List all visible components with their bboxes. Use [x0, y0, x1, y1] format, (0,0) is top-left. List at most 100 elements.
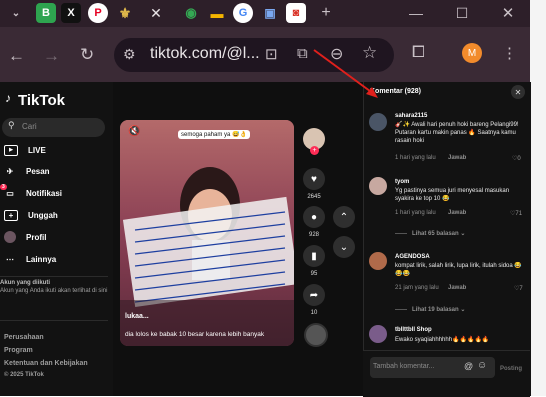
logo[interactable]: TikTok	[18, 92, 65, 109]
blogger-icon: B	[42, 7, 50, 19]
mention-icon[interactable]: @	[464, 361, 473, 371]
view-replies-label: Lihat 65 balasan	[412, 231, 459, 237]
chevron-down-icon: ⌄	[460, 231, 466, 237]
save-button[interactable]: ▮	[303, 245, 325, 267]
previous-video-button[interactable]: ⌃	[333, 206, 355, 228]
comment-date: 1 hari yang lalu	[395, 155, 436, 161]
replies-line	[395, 309, 407, 310]
nav-notifications-label: Notifikasi	[26, 188, 63, 198]
site-info-icon[interactable]: ⚙	[123, 46, 136, 63]
comment-avatar[interactable]	[369, 177, 387, 195]
search-placeholder: Cari	[22, 122, 37, 131]
tab-emblem[interactable]: ⚜	[115, 3, 135, 23]
comment-date: 1 hari yang lalu	[395, 210, 436, 216]
maximize-icon[interactable]: ☐	[452, 3, 472, 23]
divider	[0, 276, 108, 277]
music-disc-icon[interactable]	[304, 323, 328, 347]
nav-more[interactable]: ⋯ Lainnya	[4, 251, 109, 267]
slides-icon: ▬	[210, 5, 224, 21]
view-replies-label: Lihat 19 balasan	[412, 307, 459, 313]
emblem-icon: ⚜	[118, 4, 132, 21]
comment-like-button[interactable]: ♡71	[510, 210, 522, 217]
tab-slides[interactable]: ▬	[207, 3, 227, 23]
menu-kebab-icon[interactable]: ⋮	[502, 44, 517, 62]
comment-count: 928	[308, 232, 319, 238]
translate-icon[interactable]: ⧉	[297, 45, 308, 62]
nav-live[interactable]: ▶ LIVE	[4, 142, 109, 158]
install-app-icon[interactable]: ⊡	[265, 45, 278, 63]
notifications-icon: ▭ 3	[0, 184, 14, 198]
nav-messages[interactable]: ✈ Pesan	[4, 163, 109, 179]
comment-text: Ewako syaqiahhhhhh🔥🔥🔥🔥🔥	[395, 337, 490, 343]
comment-username[interactable]: AGENDOSA	[395, 254, 430, 260]
tab-x[interactable]: X	[61, 3, 81, 23]
close-window-icon[interactable]: ✕	[498, 3, 518, 23]
comment-username[interactable]: sahara2115	[395, 113, 427, 119]
comment-avatar[interactable]	[369, 252, 387, 270]
comment-like-button[interactable]: ♡7	[514, 285, 523, 292]
next-video-button[interactable]: ⌄	[333, 236, 355, 258]
comment-like-count: 71	[515, 211, 523, 217]
reply-button[interactable]: Jawab	[448, 285, 466, 291]
bookmark-icon: ▮	[311, 250, 317, 262]
comment-avatar[interactable]	[369, 325, 387, 343]
reload-icon[interactable]: ↻	[80, 45, 94, 65]
maps-icon: ◉	[185, 5, 197, 20]
divider	[0, 320, 108, 321]
browser-tab-strip: ⌄ B X P ⚜ ✕ ◉ ▬ G ▣ ◙ + — ☐ ✕	[0, 0, 530, 27]
mute-icon[interactable]: 🔇	[128, 126, 140, 137]
follow-plus-icon[interactable]: +	[310, 146, 319, 155]
comment-like-button[interactable]: ♡0	[512, 155, 521, 162]
tab-pinterest[interactable]: P	[88, 3, 108, 23]
nav-upload[interactable]: + Unggah	[4, 207, 109, 223]
reply-button[interactable]: Jawab	[448, 155, 466, 161]
comment-input-placeholder: Tambah komentar...	[373, 363, 435, 370]
search-input[interactable]	[2, 118, 105, 137]
copyright: © 2025 TikTok	[4, 372, 44, 378]
view-replies-button[interactable]: Lihat 19 balasan ⌄	[412, 306, 465, 313]
minimize-icon[interactable]: —	[406, 3, 426, 23]
tab-close-icon[interactable]: ✕	[146, 3, 166, 23]
emoji-icon[interactable]: ☺	[477, 360, 487, 371]
share-count: 10	[310, 310, 318, 316]
video-sticker-text: semoga paham ya 😅👌	[178, 130, 250, 139]
comment-bubble-icon: ●	[310, 211, 318, 223]
profile-icon	[4, 231, 16, 243]
tab-blogger[interactable]: B	[36, 3, 56, 23]
tab-classroom[interactable]: ▣	[260, 3, 280, 23]
like-count: 2645	[307, 194, 321, 200]
url-text[interactable]: tiktok.com/@l...	[150, 45, 260, 63]
comment-username[interactable]: tyom	[395, 179, 409, 185]
forward-arrow-icon[interactable]: →	[43, 46, 60, 66]
footer-link-program[interactable]: Program	[4, 347, 33, 354]
comment-button[interactable]: ●	[303, 206, 325, 228]
like-button[interactable]: ♥	[303, 168, 325, 190]
video-author-handle[interactable]: lukaa...	[125, 313, 149, 320]
nav-notifications[interactable]: ▭ 3 Notifikasi	[0, 184, 109, 201]
profile-avatar[interactable]: M	[462, 43, 482, 63]
tab-maps[interactable]: ◉	[181, 3, 201, 23]
tab-google[interactable]: G	[233, 3, 253, 23]
back-arrow-icon[interactable]: ←	[8, 46, 25, 66]
annotation-arrow	[313, 49, 378, 98]
messages-icon: ✈	[6, 166, 14, 176]
classroom-icon: ▣	[264, 6, 276, 20]
live-icon: ▶	[4, 144, 18, 156]
footer-link-terms[interactable]: Ketentuan dan Kebijakan	[4, 360, 88, 367]
share-button[interactable]: ➦	[303, 284, 325, 306]
comment-username[interactable]: tbllttbll Shop	[395, 327, 432, 333]
close-comments-button[interactable]: ✕	[511, 85, 525, 99]
tab-app[interactable]: ◙	[286, 3, 306, 23]
view-replies-button[interactable]: Lihat 65 balasan ⌄	[412, 230, 465, 237]
desktop-edge	[530, 0, 546, 396]
reply-button[interactable]: Jawab	[448, 210, 466, 216]
footer-link-company[interactable]: Perusahaan	[4, 334, 44, 341]
tiktok-logo-icon[interactable]: ♪	[5, 91, 16, 105]
tab-list-chevron-icon[interactable]: ⌄	[6, 3, 26, 23]
extensions-icon[interactable]: ⧠	[412, 44, 425, 62]
nav-profile[interactable]: Profil	[4, 229, 109, 245]
app-icon: ◙	[292, 7, 300, 19]
post-comment-button[interactable]: Posting	[500, 366, 522, 372]
comment-avatar[interactable]	[369, 113, 387, 131]
new-tab-button[interactable]: +	[316, 3, 336, 23]
